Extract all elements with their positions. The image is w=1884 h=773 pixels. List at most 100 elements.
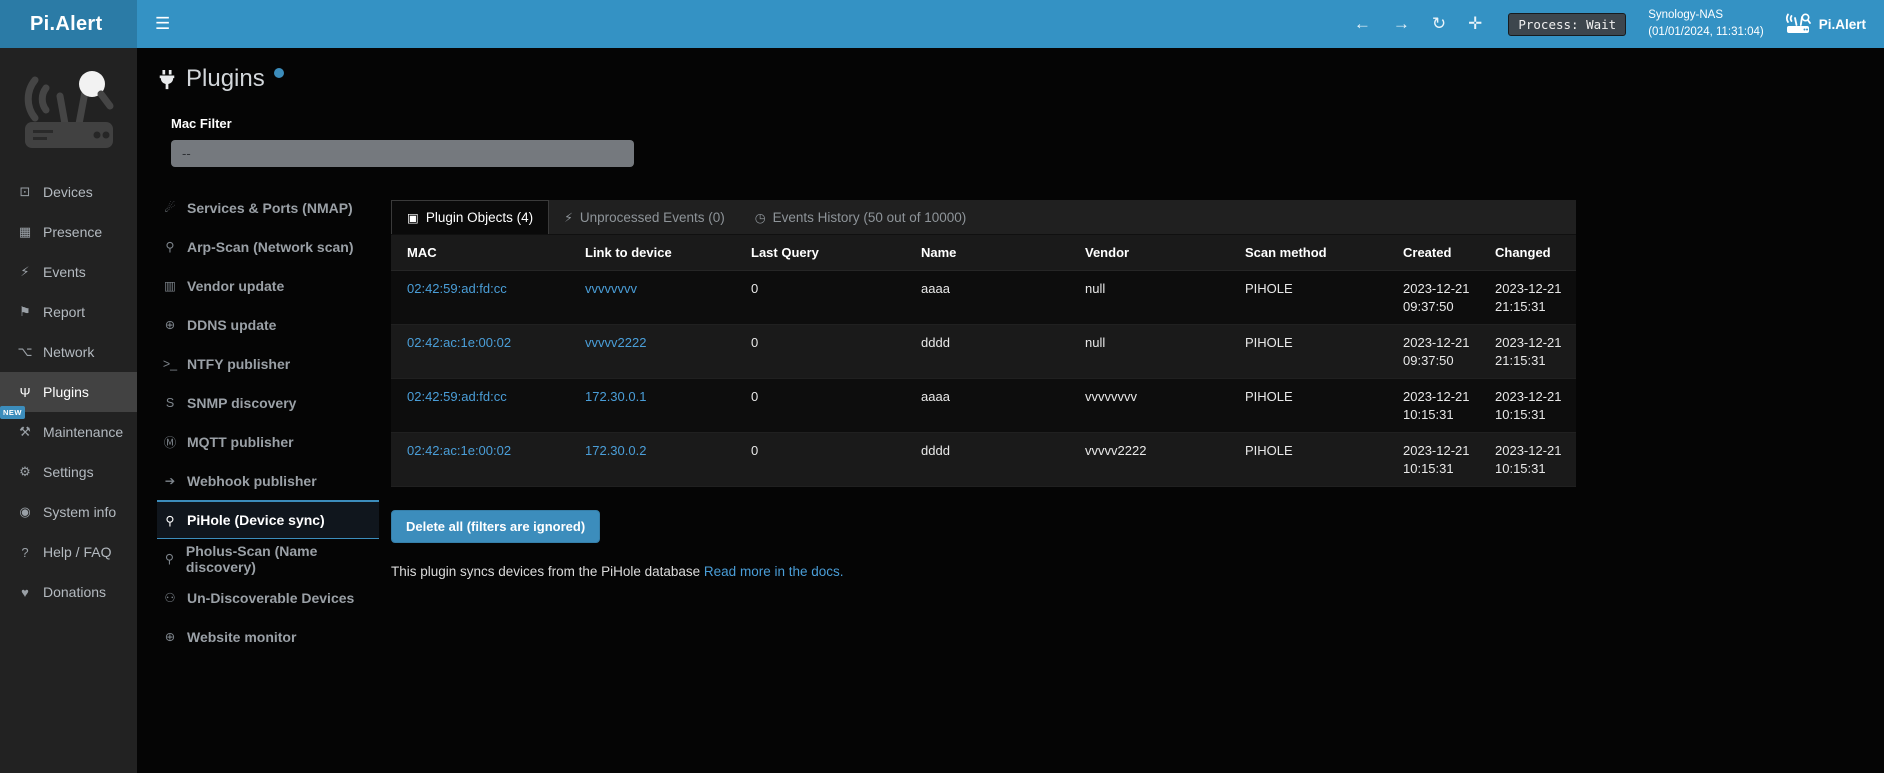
device-link[interactable]: vvvvv2222 (585, 335, 646, 350)
topbar-main: ☰ ← → ↻ ✛ Process: Wait Synology-NAS (01… (137, 0, 1884, 48)
sidebar-item-report[interactable]: ⚑ Report (0, 292, 137, 332)
sidebar-item-system-info[interactable]: ◉ System info (0, 492, 137, 532)
sidebar-item-label: Devices (43, 184, 93, 200)
column-header-link: Link to device (569, 235, 735, 271)
plug-icon: Ψ (15, 385, 35, 400)
mac-link[interactable]: 02:42:ac:1e:00:02 (407, 443, 511, 458)
back-arrow-icon[interactable]: ← (1354, 14, 1371, 34)
name-cell: aaaa (905, 271, 1069, 325)
device-link[interactable]: 172.30.0.1 (585, 389, 646, 404)
new-badge: NEW (0, 406, 25, 419)
device-link[interactable]: vvvvvvvv (585, 281, 637, 296)
column-header-mac: MAC (391, 235, 569, 271)
created-cell: 2023-12-21 09:37:50 (1387, 325, 1479, 379)
host-name: Synology-NAS (1648, 7, 1764, 24)
table-row: 02:42:ac:1e:00:02 172.30.0.2 0 dddd vvvv… (391, 433, 1576, 487)
plugin-nav-label: Un-Discoverable Devices (187, 590, 354, 606)
pialert-app: Pi.Alert ☰ ← → ↻ ✛ Process: Wait Synolog… (0, 0, 1884, 773)
refresh-icon[interactable]: ↻ (1432, 14, 1446, 34)
question-icon: ? (15, 545, 35, 560)
plugin-nav-item-mqtt-publisher[interactable]: Ⓜ MQTT publisher (157, 422, 379, 461)
plugin-nav-item-webhook-publisher[interactable]: ➔ Webhook publisher (157, 461, 379, 500)
docs-link[interactable]: Read more in the docs. (704, 564, 844, 579)
sidebar-item-presence[interactable]: ▦ Presence (0, 212, 137, 252)
column-header-changed: Changed (1479, 235, 1576, 271)
plug-icon (157, 69, 177, 96)
cube-icon: ▣ (407, 210, 419, 225)
device-link[interactable]: 172.30.0.2 (585, 443, 646, 458)
sidebar-item-network[interactable]: ⌥ Network (0, 332, 137, 372)
plugin-description-text: This plugin syncs devices from the PiHol… (391, 564, 700, 579)
created-cell: 2023-12-21 10:15:31 (1387, 379, 1479, 433)
created-cell: 2023-12-21 10:15:31 (1387, 433, 1479, 487)
sidebar-item-maintenance[interactable]: NEW ⚒ Maintenance (0, 412, 137, 452)
host-time: (01/01/2024, 11:31:04) (1648, 24, 1764, 41)
mac-link[interactable]: 02:42:ac:1e:00:02 (407, 335, 511, 350)
plugin-nav-item-undiscoverable-devices[interactable]: ⚇ Un-Discoverable Devices (157, 578, 379, 617)
sidebar-item-devices[interactable]: ⊡ Devices (0, 172, 137, 212)
letter-s-icon: S (161, 396, 179, 410)
delete-all-button[interactable]: Delete all (filters are ignored) (391, 510, 600, 543)
brand-logo[interactable]: Pi.Alert (0, 0, 137, 48)
plugin-nav-item-ntfy-publisher[interactable]: >_ NTFY publisher (157, 344, 379, 383)
mac-link[interactable]: 02:42:59:ad:fd:cc (407, 281, 507, 296)
tab-plugin-objects[interactable]: ▣ Plugin Objects (4) (391, 200, 549, 234)
column-header-vendor: Vendor (1069, 235, 1229, 271)
sidebar-item-help-faq[interactable]: ? Help / FAQ (0, 532, 137, 572)
plugin-nav-item-ddns-update[interactable]: ⊕ DDNS update (157, 305, 379, 344)
sidebar-item-label: System info (43, 504, 116, 520)
tab-events-history[interactable]: ◷ Events History (50 out of 10000) (740, 200, 982, 234)
sidebar-toggle-button[interactable]: ☰ (137, 0, 188, 48)
sidebar-item-label: Help / FAQ (43, 544, 111, 560)
plugin-nav-label: Arp-Scan (Network scan) (187, 239, 353, 255)
sidebar-item-label: Network (43, 344, 94, 360)
plugin-nav-item-vendor-update[interactable]: ▥ Vendor update (157, 266, 379, 305)
mac-filter-label: Mac Filter (171, 116, 1884, 131)
gear-icon: ⚙ (15, 464, 35, 480)
last-query-cell: 0 (735, 433, 905, 487)
plugin-nav-item-website-monitor[interactable]: ⊕ Website monitor (157, 617, 379, 656)
plugin-nav-item-pihole-device-sync[interactable]: ⚲ PiHole (Device sync) (157, 500, 379, 539)
sidebar-item-events[interactable]: ⚡ Events (0, 252, 137, 292)
plugin-nav-item-arp-scan[interactable]: ⚲ Arp-Scan (Network scan) (157, 227, 379, 266)
move-arrows-icon[interactable]: ✛ (1468, 14, 1482, 34)
plugin-nav-item-services-ports[interactable]: ☄ Services & Ports (NMAP) (157, 188, 379, 227)
page-header: Plugins (157, 66, 1884, 96)
changed-cell: 2023-12-21 10:15:31 (1479, 379, 1576, 433)
topbar-nav-icons: ← → ↻ ✛ (1354, 14, 1483, 34)
plugin-nav-label: Vendor update (187, 278, 284, 294)
device-link-cell: 172.30.0.1 (569, 379, 735, 433)
search-icon: ⚲ (161, 513, 179, 528)
sidebar-item-settings[interactable]: ⚙ Settings (0, 452, 137, 492)
plugin-nav-label: SNMP discovery (187, 395, 296, 411)
tab-unprocessed-events[interactable]: ⚡ Unprocessed Events (0) (549, 200, 740, 234)
sidebar-item-label: Presence (43, 224, 102, 240)
device-link-cell: vvvvvvvv (569, 271, 735, 325)
flag-icon: ⚑ (15, 304, 35, 320)
mac-cell: 02:42:59:ad:fd:cc (391, 379, 569, 433)
mac-cell: 02:42:59:ad:fd:cc (391, 271, 569, 325)
mac-link[interactable]: 02:42:59:ad:fd:cc (407, 389, 507, 404)
sidebar-item-label: Events (43, 264, 86, 280)
users-icon: ⚇ (161, 590, 179, 605)
clock-icon: ◷ (755, 210, 766, 225)
mac-filter-input[interactable] (171, 140, 634, 167)
title-info-badge[interactable] (274, 68, 284, 78)
chart-icon: ▥ (161, 278, 179, 293)
plugin-nav-label: Webhook publisher (187, 473, 317, 489)
plugin-nav-item-pholus-scan[interactable]: ⚲ Pholus-Scan (Name discovery) (157, 539, 379, 578)
pialert-router-icon (1784, 13, 1812, 35)
plugin-nav-item-snmp-discovery[interactable]: S SNMP discovery (157, 383, 379, 422)
plugin-panel: ▣ Plugin Objects (4) ⚡ Unprocessed Event… (391, 200, 1576, 579)
sidebar-item-label: Report (43, 304, 85, 320)
plugin-nav-label: PiHole (Device sync) (187, 512, 325, 528)
scan-method-cell: PIHOLE (1229, 271, 1387, 325)
created-cell: 2023-12-21 09:37:50 (1387, 271, 1479, 325)
forward-arrow-icon[interactable]: → (1393, 14, 1410, 34)
body-row: ⊡ Devices ▦ Presence ⚡ Events ⚑ Report ⌥ (0, 48, 1884, 773)
sidebar-item-donations[interactable]: ♥ Donations (0, 572, 137, 612)
tab-label: Unprocessed Events (0) (580, 210, 725, 225)
sidebar-item-label: Plugins (43, 384, 89, 400)
column-header-name: Name (905, 235, 1069, 271)
changed-cell: 2023-12-21 21:15:31 (1479, 325, 1576, 379)
